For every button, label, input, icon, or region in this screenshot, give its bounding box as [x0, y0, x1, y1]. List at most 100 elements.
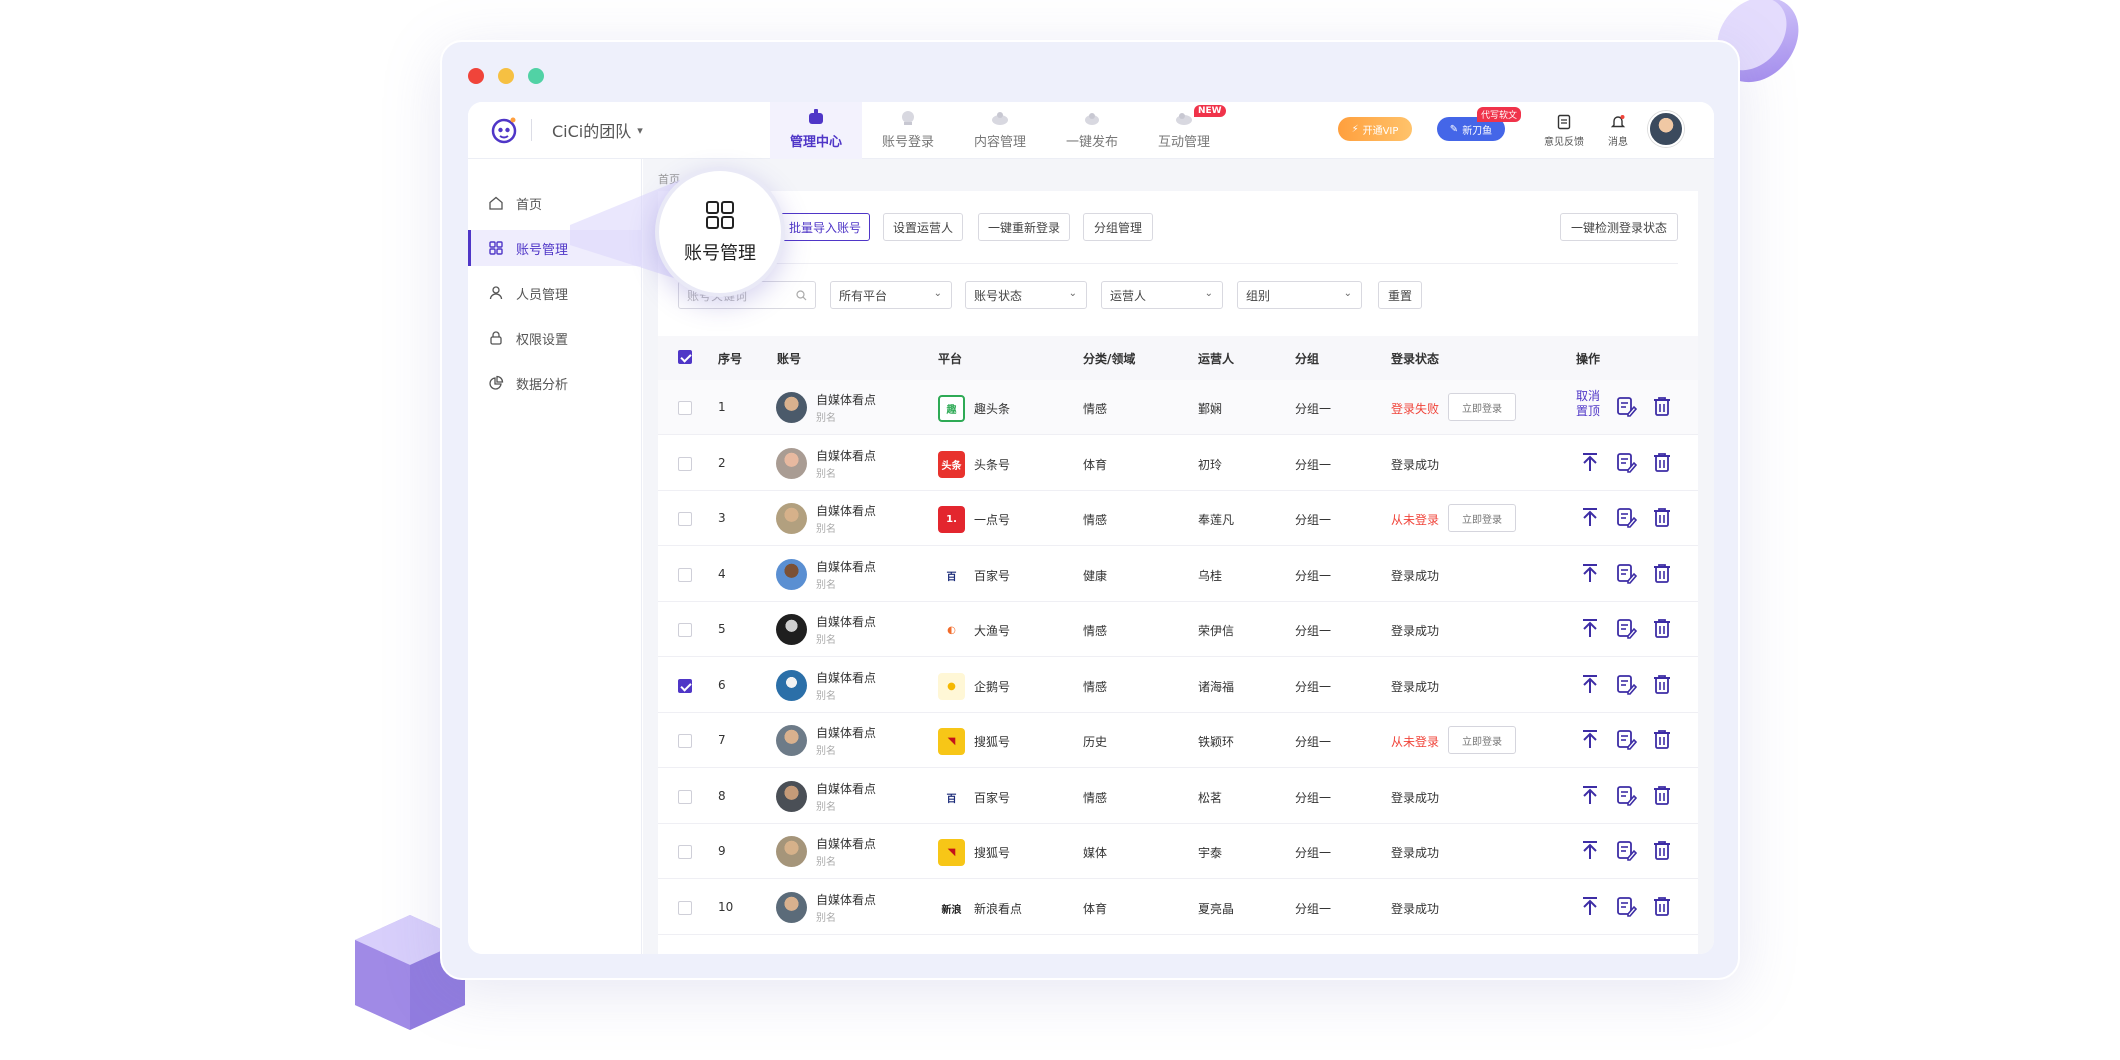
edit-icon[interactable] — [1615, 895, 1637, 917]
pin-to-top-icon[interactable] — [1579, 451, 1601, 473]
pin-to-top-icon[interactable] — [1579, 617, 1601, 639]
edit-icon[interactable] — [1615, 728, 1637, 750]
tab-management-center[interactable]: 管理中心 — [770, 102, 862, 159]
tab-content-management[interactable]: 内容管理 — [954, 102, 1046, 159]
row-checkbox[interactable] — [678, 401, 692, 415]
row-checkbox[interactable] — [678, 456, 692, 471]
table-row[interactable]: 3 自媒体看点 别名 1. 一点号 情感 奉莲凡 分组一 从未登录 立即登录 — [658, 491, 1698, 546]
platform-name: 一点号 — [974, 513, 1011, 527]
pin-to-top-icon[interactable] — [1579, 839, 1601, 861]
account-name[interactable]: 自媒体看点 — [816, 613, 876, 630]
close-window-button[interactable] — [468, 68, 484, 84]
trash-icon[interactable] — [1651, 895, 1673, 917]
row-checkbox[interactable] — [678, 623, 692, 637]
edit-icon[interactable] — [1615, 451, 1637, 473]
platform-select[interactable]: 所有平台 ⌄ — [830, 281, 952, 309]
login-now-button[interactable]: 立即登录 — [1448, 726, 1516, 754]
row-checkbox[interactable] — [678, 789, 692, 804]
table-row[interactable]: 1 自媒体看点 别名 趣趣头条 情感 鄞娴 分组一 登录失败 立即登录 取消置顶 — [658, 380, 1698, 435]
edit-icon[interactable] — [1615, 673, 1637, 695]
user-avatar[interactable] — [1648, 111, 1684, 147]
account-name[interactable]: 自媒体看点 — [816, 724, 876, 741]
row-checkbox[interactable] — [678, 845, 692, 859]
tab-interaction-management[interactable]: 互动管理 NEW — [1138, 102, 1230, 159]
account-status-select[interactable]: 账号状态 ⌄ — [965, 281, 1087, 309]
pin-to-top-icon[interactable] — [1579, 784, 1601, 806]
row-checkbox[interactable] — [678, 900, 692, 915]
app-logo-icon[interactable] — [488, 114, 520, 146]
account-name[interactable]: 自媒体看点 — [816, 669, 876, 686]
trash-icon[interactable] — [1651, 506, 1673, 528]
table-row[interactable]: 2 自媒体看点 别名 头条 头条号 体育 初玲 分组一 登录成功 — [658, 436, 1698, 491]
account-name[interactable]: 自媒体看点 — [816, 447, 876, 464]
trash-icon[interactable] — [1651, 562, 1673, 584]
trash-icon[interactable] — [1651, 395, 1673, 417]
group: 分组一 — [1295, 679, 1332, 694]
table-row[interactable]: 10 自媒体看点 别名 新浪 新浪看点 体育 夏亮晶 分组一 登录成功 — [658, 880, 1698, 935]
reset-button[interactable]: 重置 — [1378, 281, 1422, 309]
messages-button[interactable]: 消息 — [1608, 114, 1628, 148]
pin-to-top-icon[interactable] — [1579, 895, 1601, 917]
table-row[interactable]: 5 自媒体看点 别名 ◐ 大渔号 情感 荣伊信 分组一 登录成功 — [658, 602, 1698, 657]
row-checkbox[interactable] — [678, 734, 692, 748]
account-name[interactable]: 自媒体看点 — [816, 558, 876, 575]
lock-icon — [490, 331, 502, 345]
select-all-checkbox[interactable] — [678, 350, 692, 364]
group-select[interactable]: 组别 ⌄ — [1237, 281, 1362, 309]
trash-icon[interactable] — [1651, 673, 1673, 695]
edit-icon[interactable] — [1615, 506, 1637, 528]
account-name[interactable]: 自媒体看点 — [816, 835, 876, 852]
login-now-button[interactable]: 立即登录 — [1448, 393, 1516, 421]
maximize-window-button[interactable] — [528, 68, 544, 84]
account-name[interactable]: 自媒体看点 — [816, 391, 876, 408]
pin-to-top-icon[interactable] — [1579, 506, 1601, 528]
tab-one-click-publish[interactable]: 一键发布 — [1046, 102, 1138, 159]
account-name[interactable]: 自媒体看点 — [816, 502, 876, 519]
trash-icon[interactable] — [1651, 451, 1673, 473]
row-checkbox[interactable] — [678, 567, 692, 582]
vip-button[interactable]: ⚡ 开通VIP — [1338, 117, 1412, 141]
sohu-icon: ◥ — [938, 839, 965, 866]
table-row[interactable]: 9 自媒体看点 别名 ◥ 搜狐号 媒体 宇泰 分组一 登录成功 — [658, 824, 1698, 879]
table-row[interactable]: 6 自媒体看点 别名 ● 企鹅号 情感 诸海福 分组一 登录成功 — [658, 658, 1698, 713]
edit-icon[interactable] — [1615, 562, 1637, 584]
operator-select[interactable]: 运营人 ⌄ — [1101, 281, 1223, 309]
table-row[interactable]: 8 自媒体看点 别名 百百家号 情感 松茗 分组一 登录成功 — [658, 769, 1698, 824]
tab-account-login[interactable]: 账号登录 — [862, 102, 954, 159]
edit-icon[interactable] — [1615, 617, 1637, 639]
row-checkbox[interactable] — [678, 678, 692, 693]
check-login-status-button[interactable]: 一键检测登录状态 — [1560, 213, 1678, 241]
relogin-button[interactable]: 一键重新登录 — [978, 213, 1070, 241]
trash-icon[interactable] — [1651, 617, 1673, 639]
trash-icon[interactable] — [1651, 728, 1673, 750]
table-row[interactable]: 4 自媒体看点 别名 百百家号 健康 乌桂 分组一 登录成功 — [658, 547, 1698, 602]
account-name[interactable]: 自媒体看点 — [816, 891, 876, 908]
row-checkbox[interactable] — [678, 512, 692, 526]
login-now-button[interactable]: 立即登录 — [1448, 504, 1516, 532]
feedback-button[interactable]: 意见反馈 — [1544, 114, 1584, 148]
edit-icon[interactable] — [1615, 395, 1637, 417]
minimize-window-button[interactable] — [498, 68, 514, 84]
pin-to-top-icon[interactable] — [1579, 728, 1601, 750]
sidebar-item-data-analysis[interactable]: 数据分析 — [468, 365, 642, 401]
qie-penguin-icon: ● — [938, 672, 965, 700]
row-index: 2 — [718, 455, 726, 470]
edit-icon[interactable] — [1615, 839, 1637, 861]
group: 分组一 — [1295, 624, 1332, 638]
main-content: 首页 批量导入账号 设置运营人 一键重新登录 分组管理 一键检测登录状态 账号关… — [643, 159, 1714, 954]
unpin-button[interactable]: 取消置顶 — [1576, 389, 1606, 419]
group-manage-button[interactable]: 分组管理 — [1083, 213, 1153, 241]
account-name[interactable]: 自媒体看点 — [816, 780, 876, 797]
trash-icon[interactable] — [1651, 784, 1673, 806]
sidebar-item-permissions[interactable]: 权限设置 — [468, 320, 642, 356]
pin-to-top-icon[interactable] — [1579, 673, 1601, 695]
team-switcher[interactable]: CiCi的团队 ▾ — [531, 119, 643, 141]
edit-icon[interactable] — [1615, 784, 1637, 806]
pin-to-top-icon[interactable] — [1579, 562, 1601, 584]
tool-tag: 代写软文 — [1477, 107, 1522, 122]
batch-import-button[interactable]: 批量导入账号 — [780, 213, 870, 241]
set-operator-button[interactable]: 设置运营人 — [883, 213, 963, 241]
account-alias: 别名 — [816, 690, 836, 702]
table-row[interactable]: 7 自媒体看点 别名 ◥ 搜狐号 历史 铁颖环 分组一 从未登录 立即登录 — [658, 713, 1698, 768]
trash-icon[interactable] — [1651, 839, 1673, 861]
